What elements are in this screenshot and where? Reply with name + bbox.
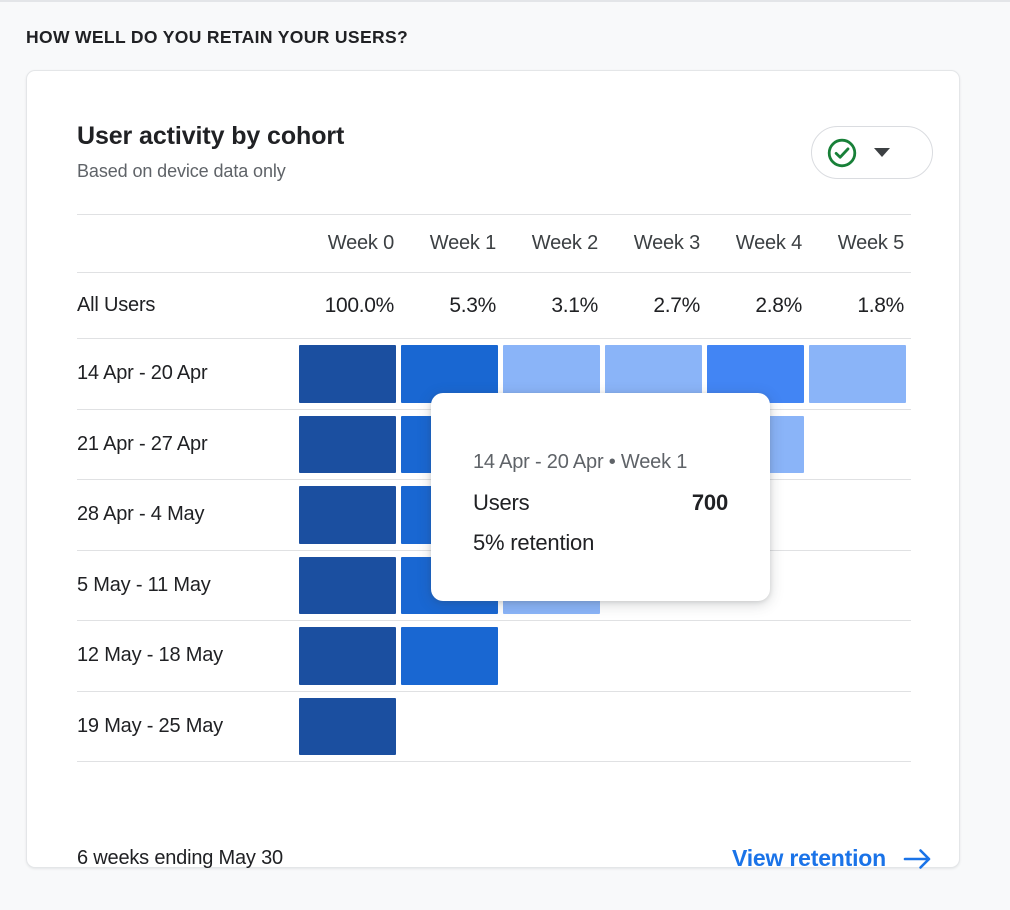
card-subtitle: Based on device data only [77, 161, 286, 181]
heatmap-cell[interactable] [299, 551, 401, 621]
heatmap-cell [707, 692, 809, 762]
heatmap-cell[interactable] [809, 339, 911, 409]
arrow-right-icon [903, 848, 931, 869]
summary-row-label: All Users [77, 294, 156, 316]
heatmap-cell [809, 692, 911, 762]
heatmap-swatch[interactable] [299, 486, 396, 544]
table-header-row: Week 0 Week 1 Week 2 Week 3 Week 4 Week 5 [77, 215, 911, 272]
table-row: 19 May - 25 May [77, 692, 911, 762]
check-circle-icon [827, 138, 857, 167]
heatmap-swatch[interactable] [401, 627, 498, 685]
cohort-row-label: 12 May - 18 May [77, 644, 223, 667]
heatmap-cell[interactable] [299, 480, 401, 550]
column-header: Week 1 [429, 232, 496, 254]
card-footer: 6 weeks ending May 30 View retention [77, 845, 933, 872]
heatmap-cells [299, 692, 911, 762]
view-retention-label: View retention [732, 845, 886, 871]
heatmap-cell [605, 621, 707, 691]
tooltip-metric-value: 700 [691, 490, 728, 515]
page-title: HOW WELL DO YOU RETAIN YOUR USERS? [26, 27, 409, 47]
cohort-row-label: 19 May - 25 May [77, 714, 223, 737]
card-title: User activity by cohort [77, 122, 345, 150]
cohort-row-label: 21 Apr - 27 Apr [77, 432, 208, 455]
column-header: Week 2 [531, 232, 598, 254]
summary-cells: 100.0% 5.3% 3.1% 2.7% 2.8% 1.8% [299, 294, 911, 318]
summary-value: 100.0% [324, 293, 395, 317]
footer-note: 6 weeks ending May 30 [77, 847, 283, 869]
column-header: Week 0 [327, 232, 394, 254]
heatmap-cells [299, 621, 911, 691]
summary-value: 2.7% [653, 293, 700, 317]
tooltip-metric-row: Users 700 [473, 490, 728, 516]
summary-value: 1.8% [857, 293, 904, 317]
heatmap-swatch[interactable] [299, 345, 396, 403]
cohort-row-label: 5 May - 11 May [77, 573, 211, 596]
heatmap-swatch[interactable] [299, 627, 396, 685]
heatmap-cell [707, 621, 809, 691]
table-row: 12 May - 18 May [77, 621, 911, 691]
heatmap-cell [809, 551, 911, 621]
heatmap-cell [809, 480, 911, 550]
tooltip-metric-label: Users [473, 490, 530, 515]
cohort-row-label: 14 Apr - 20 Apr [77, 362, 208, 385]
heatmap-cell[interactable] [401, 621, 503, 691]
card-header: User activity by cohort Based on device … [77, 121, 935, 182]
summary-value: 5.3% [449, 293, 496, 317]
data-quality-dropdown[interactable] [811, 126, 933, 179]
tooltip-header: 14 Apr - 20 Apr • Week 1 [473, 451, 688, 473]
heatmap-swatch[interactable] [299, 697, 396, 755]
heatmap-cell [503, 692, 605, 762]
heatmap-cell[interactable] [299, 339, 401, 409]
heatmap-cell [605, 692, 707, 762]
summary-row: All Users 100.0% 5.3% 3.1% 2.7% 2.8% 1.8% [77, 273, 911, 338]
column-header: Week 4 [735, 232, 802, 254]
heatmap-cell [809, 410, 911, 480]
column-header: Week 5 [837, 232, 904, 254]
heatmap-cell[interactable] [299, 621, 401, 691]
summary-value: 2.8% [755, 293, 802, 317]
header-cells: Week 0 Week 1 Week 2 Week 3 Week 4 Week 5 [299, 232, 911, 255]
heatmap-swatch[interactable] [299, 556, 396, 614]
tooltip-note: 5% retention [473, 530, 595, 555]
heatmap-swatch[interactable] [809, 345, 906, 403]
heatmap-swatch[interactable] [299, 415, 396, 473]
view-retention-link[interactable]: View retention [732, 845, 933, 872]
column-header: Week 3 [633, 232, 700, 254]
heatmap-cell [401, 692, 503, 762]
heatmap-cell[interactable] [299, 692, 401, 762]
heatmap-cell [503, 621, 605, 691]
heatmap-cell [809, 621, 911, 691]
chevron-down-icon[interactable] [874, 148, 890, 157]
cell-tooltip: 14 Apr - 20 Apr • Week 1 Users 700 5% re… [431, 393, 770, 601]
table-bottom-divider [77, 761, 911, 762]
summary-value: 3.1% [551, 293, 598, 317]
cohort-row-label: 28 Apr - 4 May [77, 503, 205, 526]
heatmap-cell[interactable] [299, 410, 401, 480]
